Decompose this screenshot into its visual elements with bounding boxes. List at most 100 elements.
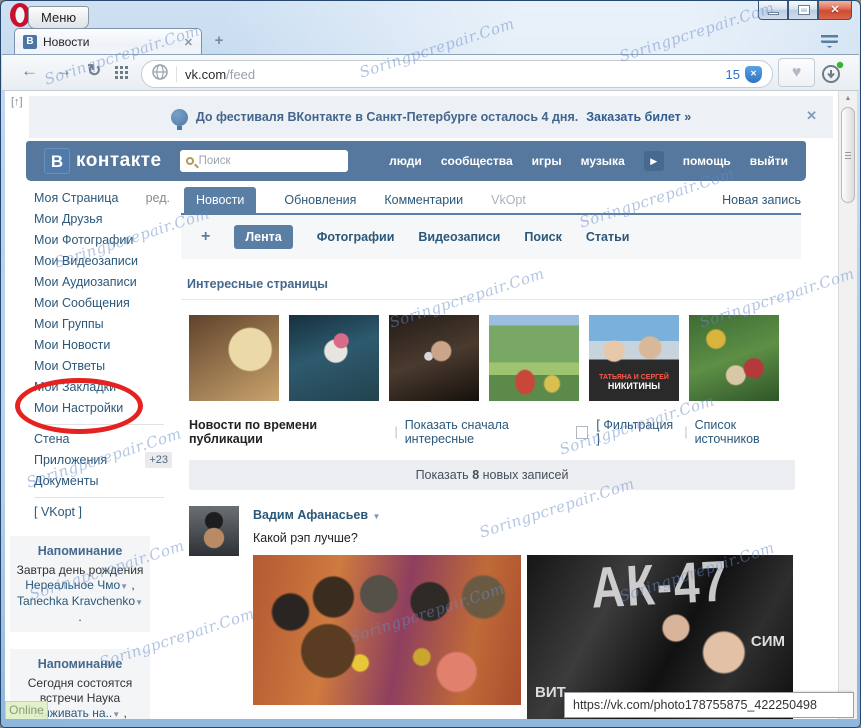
scrollbar-grip [845,152,851,153]
tab-vkopt[interactable]: VkOpt [491,187,526,213]
bookmark-heart-button[interactable]: ♥ [778,58,815,87]
edit-link[interactable]: ред. [146,188,170,209]
divider [181,299,801,300]
page-thumbnail[interactable] [489,315,579,401]
subtab-search[interactable]: Поиск [524,230,562,244]
red-highlight-circle [15,378,143,434]
browser-tab[interactable]: В Новости ✕ [14,28,202,55]
tab-menu-icon[interactable] [821,35,838,48]
caret-down-icon[interactable]: ▼ [120,582,128,591]
caret-down-icon[interactable]: ▼ [372,512,380,521]
new-tab-button[interactable]: + [207,32,231,51]
sidebar-item-videos[interactable]: Мои Видеозаписи [26,251,172,272]
sidebar-item-answers[interactable]: Мои Ответы [26,356,172,377]
tab-close-icon[interactable]: ✕ [184,36,193,49]
reminder-person-link[interactable]: Tanechka Kravchenko [17,594,135,608]
show-new-posts-button[interactable]: Показать 8 новых записей [189,460,795,490]
status-url-tooltip: https://vk.com/photo178755875_422250498 [564,692,854,718]
vk-balloon-icon [170,108,188,130]
sources-list-link[interactable]: Список источников [695,418,801,446]
image-caption: ВИТ [535,684,566,701]
subtab-videos[interactable]: Видеозаписи [418,230,500,244]
main-content: Новости Обновления Комментарии VkOpt Нов… [181,187,801,719]
tab-updates[interactable]: Обновления [284,187,356,213]
forward-button[interactable]: → [55,61,72,81]
sidebar-item-groups[interactable]: Мои Группы [26,314,172,335]
sidebar-item-news[interactable]: Мои Новости [26,335,172,356]
sidebar-item-documents[interactable]: Документы [26,471,172,492]
speed-dial-icon[interactable] [115,66,128,84]
page-thumbnail[interactable]: ТАТЬЯНА И СЕРГЕЙ НИКИТИНЫ [589,315,679,401]
tab-title: Новости [43,35,90,49]
feed-tabs: Новости Обновления Комментарии VkOpt Нов… [181,187,801,215]
nav-music[interactable]: музыка [581,154,625,168]
scroll-up-arrow-icon[interactable]: ▲ [839,91,857,108]
caret-down-icon[interactable]: ▼ [112,710,120,719]
page-thumbnail[interactable] [689,315,779,401]
feed-subtabs: + Лента Фотографии Видеозаписи Поиск Ста… [181,215,801,259]
interesting-pages-title: Интересные страницы [187,277,328,291]
search-icon [185,157,194,165]
download-button[interactable] [819,60,847,86]
music-play-icon[interactable]: ▶ [643,151,664,171]
back-button[interactable]: ← [21,61,38,81]
scrollbar-thumb[interactable] [841,107,855,203]
image-caption: АК-47 [589,555,731,621]
subtab-photos[interactable]: Фотографии [317,230,395,244]
page-thumbnail[interactable] [189,315,279,401]
reminder-person-link[interactable]: Нереальное Чмо [25,578,120,592]
feed-sort-label: Новости по времени публикации [189,418,318,446]
caret-down-icon[interactable]: ▼ [135,598,143,607]
post-author-link[interactable]: Вадим Афанасьев [253,508,368,522]
new-post-link[interactable]: Новая запись [722,187,801,213]
address-path: /feed [226,66,256,82]
tab-comments[interactable]: Комментарии [384,187,463,213]
reminder-box-birthday: Напоминание Завтра день рождения Нереаль… [10,536,150,632]
vk-logo[interactable]: В контакте [44,148,162,174]
shield-icon[interactable]: ✕ [745,65,762,83]
sidebar-item-apps[interactable]: +23 Приложения [26,450,172,471]
page-thumbnail[interactable] [289,315,379,401]
close-icon: ✕ [830,4,840,16]
nav-logout[interactable]: выйти [750,154,788,168]
banner-ticket-link[interactable]: Заказать билет » [586,110,691,124]
sidebar-item-my-page[interactable]: ред. Моя Страница [26,188,172,209]
feed-post: Вадим Афанасьев ▼ Какой рэп лучше? АК-47… [189,506,801,719]
subtab-feed[interactable]: Лента [234,225,293,249]
show-interesting-link[interactable]: Показать сначала интересные [405,418,576,446]
post-image-rappers[interactable] [253,555,521,705]
address-bar[interactable]: vk.com /feed 15 ✕ [141,60,773,88]
reminder-text: Завтра день рождения [16,563,144,577]
reload-button[interactable]: ↻ [87,61,101,81]
tab-news[interactable]: Новости [184,187,257,213]
search-box[interactable] [179,150,348,172]
filtration-checkbox[interactable] [575,425,589,439]
filtration-link[interactable]: [ Фильтрация ] [596,418,677,446]
subtab-articles[interactable]: Статьи [586,230,630,244]
add-list-button[interactable]: + [201,228,210,246]
separator: | [684,425,688,439]
nav-people[interactable]: люди [389,154,422,168]
nav-help[interactable]: помощь [683,154,731,168]
page-thumbnail[interactable] [389,315,479,401]
scroll-to-top-link[interactable]: [↑] [11,96,23,108]
banner-close-icon[interactable]: ✕ [806,108,817,124]
sidebar-item-audio[interactable]: Мои Аудиозаписи [26,272,172,293]
post-author-avatar[interactable] [189,506,239,556]
sidebar-item-messages[interactable]: Мои Сообщения [26,293,172,314]
maximize-button[interactable] [788,1,818,20]
thumbnail-caption: НИКИТИНЫ [607,381,661,391]
sidebar-item-friends[interactable]: Мои Друзья [26,209,172,230]
sidebar-item-vkopt[interactable]: [ VKopt ] [26,502,172,523]
festival-banner: До фестиваля ВКонтакте в Санкт-Петербург… [29,96,833,138]
minimize-button[interactable] [758,1,788,20]
post-text: Какой рэп лучше? [253,531,358,545]
opera-menu-button[interactable]: Меню [28,6,90,29]
nav-communities[interactable]: сообщества [441,154,513,168]
search-input[interactable] [198,155,319,167]
sidebar-item-photos[interactable]: Мои Фотографии [26,230,172,251]
nav-games[interactable]: игры [532,154,562,168]
page-scrollbar[interactable]: ▲ [838,91,857,719]
sidebar-item-label: Моя Страница [34,191,119,205]
close-button[interactable]: ✕ [818,1,852,20]
